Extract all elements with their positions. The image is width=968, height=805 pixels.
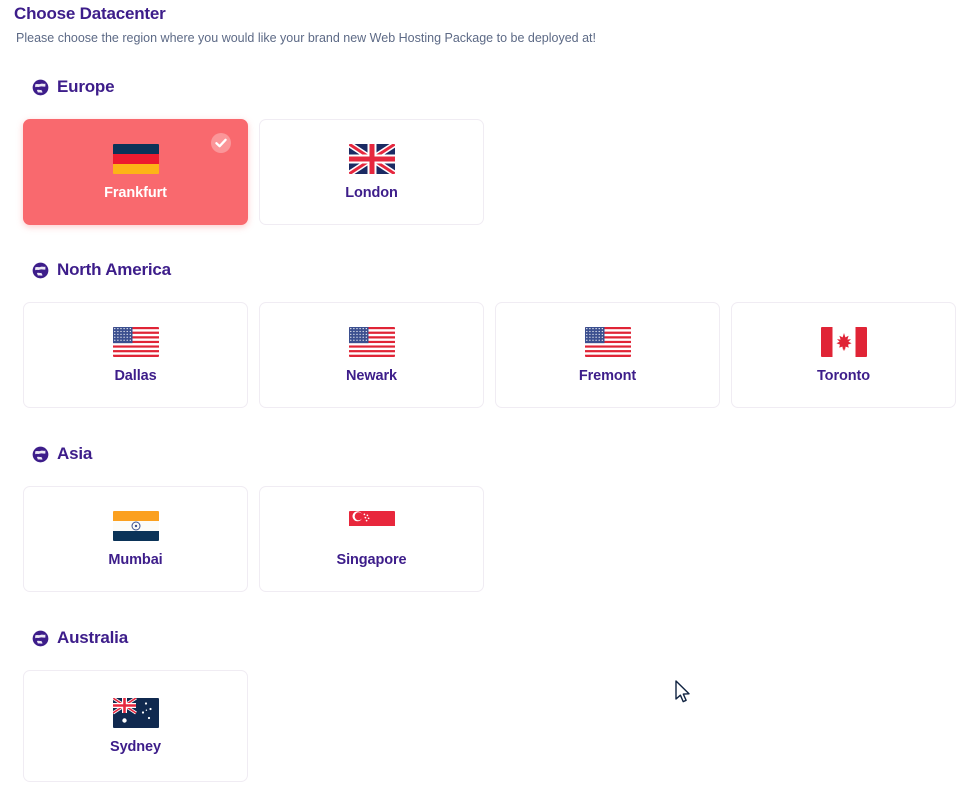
region-title: Europe — [57, 77, 115, 96]
datacenter-card-sydney[interactable]: Sydney — [23, 670, 248, 782]
page-subtitle: Please choose the region where you would… — [16, 31, 596, 45]
region-group-asia: Asia Mumbai Singapore — [0, 441, 968, 592]
region-group-north-america: North America Dallas Newark Fremont Toronto — [0, 257, 968, 408]
region-header-australia: Australia — [0, 625, 968, 651]
datacenter-row-australia: Sydney — [0, 670, 968, 782]
datacenter-card-dallas[interactable]: Dallas — [23, 302, 248, 408]
datacenter-name: Frankfurt — [104, 184, 167, 201]
region-header-asia: Asia — [0, 441, 968, 467]
region-group-australia: Australia Sydney — [0, 625, 968, 782]
flag-icon-ca — [820, 326, 867, 357]
region-title: North America — [57, 260, 171, 279]
datacenter-row-europe: Frankfurt London — [0, 119, 968, 225]
datacenter-name: Toronto — [817, 367, 870, 384]
flag-icon-us — [112, 326, 159, 357]
datacenter-name: Mumbai — [108, 551, 163, 568]
globe-icon — [32, 446, 49, 463]
region-group-europe: Europe Frankfurt London — [0, 74, 968, 225]
datacenter-card-frankfurt[interactable]: Frankfurt — [23, 119, 248, 225]
datacenter-name: Singapore — [336, 551, 407, 568]
datacenter-name: Fremont — [578, 367, 637, 384]
flag-icon-in — [112, 510, 159, 541]
datacenter-card-toronto[interactable]: Toronto — [731, 302, 956, 408]
datacenter-row-asia: Mumbai Singapore — [0, 486, 968, 592]
flag-icon-us — [348, 326, 395, 357]
flag-icon-de — [112, 143, 159, 174]
datacenter-name: Dallas — [114, 367, 157, 384]
page-title: Choose Datacenter — [14, 4, 166, 23]
globe-icon — [32, 79, 49, 96]
flag-icon-sg — [348, 510, 395, 541]
datacenter-card-newark[interactable]: Newark — [259, 302, 484, 408]
datacenter-row-north-america: Dallas Newark Fremont Toronto — [0, 302, 968, 408]
flag-icon-gb — [348, 143, 395, 174]
datacenter-card-singapore[interactable]: Singapore — [259, 486, 484, 592]
datacenter-name: Newark — [346, 367, 397, 384]
region-title: Australia — [57, 628, 128, 647]
datacenter-card-mumbai[interactable]: Mumbai — [23, 486, 248, 592]
datacenter-card-london[interactable]: London — [259, 119, 484, 225]
region-title: Asia — [57, 444, 93, 463]
datacenter-name: London — [345, 184, 398, 201]
region-header-europe: Europe — [0, 74, 968, 100]
globe-icon — [32, 262, 49, 279]
flag-icon-au — [112, 697, 159, 728]
globe-icon — [32, 630, 49, 647]
region-header-north-america: North America — [0, 257, 968, 283]
datacenter-card-fremont[interactable]: Fremont — [495, 302, 720, 408]
flag-icon-us — [584, 326, 631, 357]
datacenter-name: Sydney — [110, 738, 161, 755]
choose-datacenter-page: Choose Datacenter Please choose the regi… — [0, 0, 968, 805]
